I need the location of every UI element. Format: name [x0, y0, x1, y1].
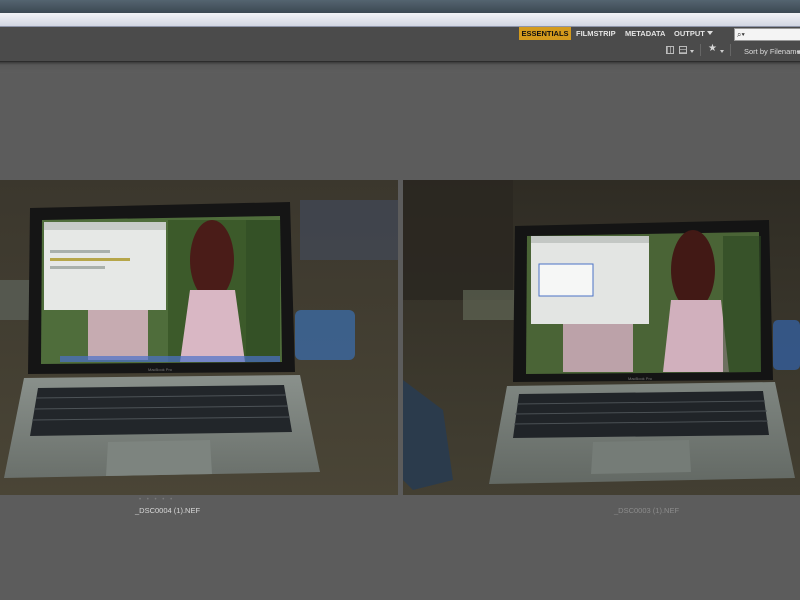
thumbnail-filename[interactable]: _DSC0004 (1).NEF: [135, 506, 200, 515]
laptop-photo: MacBook Pro: [403, 180, 800, 495]
thumbnail-image[interactable]: MacBook Pro: [403, 180, 800, 495]
rating-dots: • • • • •: [139, 497, 175, 503]
thumbnail-filename[interactable]: _DSC0003 (1).NEF: [614, 506, 679, 515]
view-options-chevron-icon[interactable]: [690, 50, 694, 53]
sort-by-filename-button[interactable]: Sort by Filename: [744, 47, 800, 56]
workspace-metadata-tab[interactable]: METADATA: [625, 27, 665, 40]
toolbar-divider: [730, 44, 731, 56]
list-view-icon[interactable]: [679, 46, 687, 54]
window-titlebar: [0, 0, 800, 13]
workspace-menu-chevron-icon[interactable]: [707, 31, 713, 35]
star-icon[interactable]: ★: [708, 43, 717, 54]
search-field[interactable]: ⌕▾: [734, 28, 800, 41]
menu-strip: [0, 13, 800, 27]
rating-filter-chevron-icon[interactable]: [720, 50, 724, 53]
thumbnail-image[interactable]: MacBook Pro: [0, 180, 398, 495]
laptop-brand-label: MacBook Pro: [628, 376, 653, 381]
search-icon: ⌕▾: [737, 30, 745, 39]
grid-view-icon[interactable]: [666, 46, 674, 54]
workspace-output-tab[interactable]: OUTPUT: [674, 27, 705, 40]
laptop-brand-label: MacBook Pro: [148, 367, 173, 372]
workspace-essentials-tab[interactable]: ESSENTIALS: [519, 27, 571, 40]
workspace-filmstrip-tab[interactable]: FILMSTRIP: [576, 27, 616, 40]
laptop-photo: MacBook Pro: [0, 180, 398, 495]
toolbar-divider: [700, 44, 701, 56]
